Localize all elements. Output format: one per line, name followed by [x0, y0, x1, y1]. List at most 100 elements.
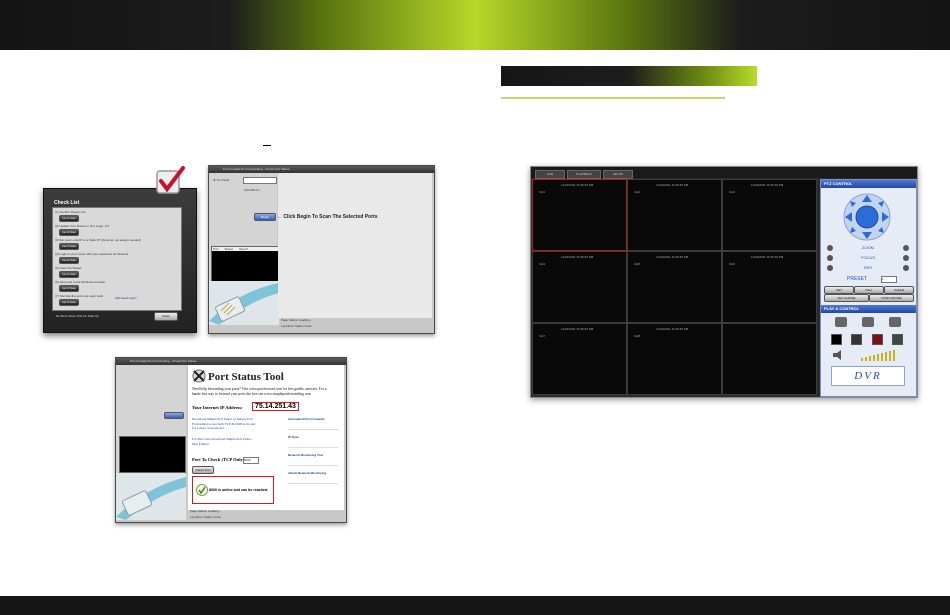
- iris-plus-icon[interactable]: [903, 264, 909, 271]
- camera-tile[interactable]: 11/22/2011 11:06:45 PM CH2: [627, 179, 722, 251]
- ptz-direction-pad[interactable]: [837, 192, 897, 242]
- port-begin-button[interactable]: [164, 412, 184, 419]
- checklist-go-button[interactable]: Go It Now: [59, 243, 79, 250]
- port-side-link[interactable]: IP Scan: [288, 435, 338, 448]
- focus-plus-icon[interactable]: [903, 254, 909, 261]
- checklist-go-button[interactable]: Go It Now: [59, 215, 79, 222]
- camera-timestamp: 11/22/2011 11:06:45 PM: [656, 327, 689, 331]
- iris-label: IRIS: [864, 265, 872, 270]
- scan-ip-value: 192.168.0.1: [244, 188, 260, 192]
- scan-page-status: Page Status: Loading...: [281, 318, 313, 322]
- port-side-link[interactable]: Network Monitoring Tool: [288, 453, 338, 466]
- checklist-go-button[interactable]: Go It Now: [59, 299, 79, 306]
- ptz-button[interactable]: SET CURISE: [824, 294, 869, 302]
- port-result-text: 8000 is online and can be reached.: [209, 488, 269, 492]
- checklist-step: (1) Confirm Router List Go It Now: [55, 210, 177, 222]
- scan-browser-pane: [278, 173, 432, 318]
- camera-icon[interactable]: [862, 317, 874, 327]
- tab-live[interactable]: LIVE: [535, 170, 565, 179]
- ptz-focus-row: FOCUS: [827, 254, 909, 261]
- port-side-link[interactable]: Attack Network Monitoring: [288, 471, 338, 484]
- camera-channel-label: CH3: [729, 190, 736, 194]
- camera-channel-label: CH6: [729, 262, 736, 266]
- scan-window-title: Port Forward Port Forwarding - Check Por…: [209, 166, 434, 173]
- camera-tile[interactable]: 11/22/2011 11:06:45 PM CH6: [722, 251, 817, 323]
- ptz-button[interactable]: CLEAR: [884, 286, 914, 294]
- port-check-input[interactable]: 8000: [243, 457, 259, 464]
- port-ip-value: 75.14.251.43: [252, 402, 299, 411]
- layout-16-icon[interactable]: [891, 334, 903, 345]
- ptz-button[interactable]: SET: [824, 286, 854, 294]
- zoom-in-icon[interactable]: [903, 244, 909, 251]
- checklist-step-text: (5) Open the Router: [55, 266, 82, 270]
- checklist-go-button[interactable]: Go It Now: [59, 271, 79, 278]
- camera-icon[interactable]: [835, 317, 847, 327]
- layout-4-icon[interactable]: [851, 334, 863, 345]
- camera-channel-label: CH1: [539, 190, 546, 194]
- begin-callout-text: Click Begin To Scan The Selected Ports: [283, 214, 378, 220]
- ptz-button[interactable]: CALL: [854, 286, 884, 294]
- camera-timestamp: 11/22/2011 11:06:45 PM: [751, 255, 784, 259]
- checklist-go-button[interactable]: Go It Now: [59, 285, 79, 292]
- camera-timestamp: 11/22/2011 11:06:45 PM: [561, 183, 594, 187]
- camera-icons-row: [835, 317, 901, 329]
- layout-icons-row: [831, 334, 903, 345]
- camera-tile[interactable]: 11/22/2011 11:06:45 PM CH4: [532, 251, 627, 323]
- scan-ip-field[interactable]: 192.168.0.1: [243, 177, 277, 192]
- checklist-step-text: (1) Confirm Router List: [55, 210, 86, 214]
- small-dash: [263, 145, 271, 146]
- port-check-label: Port To Check (TCP Only):: [192, 457, 246, 462]
- checklist-step: (5) Open the Router Go It Now: [55, 266, 177, 278]
- scan-col-port: Port: [213, 247, 219, 251]
- ethernet-cable-image-2: [116, 473, 186, 520]
- zoom-out-icon[interactable]: [827, 244, 833, 251]
- port-window-title: Port Forward Port Forwarding - Check Por…: [116, 358, 346, 365]
- checklist-help-note[interactable]: Still Need Help?: [115, 296, 137, 300]
- section-underline: [501, 97, 725, 99]
- checklist-close-button[interactable]: Close: [154, 312, 178, 321]
- port-mac-text: For Mac User download Simple Port Tester…: [192, 437, 254, 446]
- camera-tile[interactable]: [722, 323, 817, 395]
- camera-timestamp: 11/22/2011 11:06:45 PM: [561, 255, 594, 259]
- checklist-step-text: (3) Set your Local IP to a Static IP (Op…: [55, 238, 141, 242]
- volume-control[interactable]: [831, 348, 903, 361]
- callout-arrow-icon: ←: [277, 214, 282, 220]
- ptz-title: PTZ CONTROL: [821, 180, 916, 188]
- checklist-step-text: (4) Login to your router with your passw…: [55, 252, 129, 256]
- camera-tile[interactable]: 11/22/2011 11:06:45 PM CH8: [627, 323, 722, 395]
- port-left-panel: [116, 365, 186, 520]
- camera-tile[interactable]: 11/22/2011 11:06:45 PM CH7: [532, 323, 627, 395]
- checklist-step: (2) Update Your Router in Our Login, 1/3…: [55, 224, 177, 236]
- camera-channel-label: CH7: [539, 334, 546, 338]
- camera-tile[interactable]: 11/22/2011 11:06:45 PM CH5: [627, 251, 722, 323]
- scan-window: Port Forward Port Forwarding - Check Por…: [208, 165, 435, 334]
- checklist-window: Check List (1) Confirm Router List Go It …: [43, 188, 197, 333]
- preset-select[interactable]: 1: [881, 276, 897, 283]
- dvr-interface: LIVE PLAYBACK SETUP 11/22/2011 11:06:45 …: [530, 166, 918, 398]
- layout-1-icon[interactable]: [831, 334, 842, 345]
- dvr-tab-bar: LIVE PLAYBACK SETUP: [531, 167, 917, 179]
- camera-timestamp: 11/22/2011 11:06:45 PM: [656, 183, 689, 187]
- port-side-link[interactable]: Automated Port Forwards: [288, 417, 338, 430]
- top-banner: [0, 0, 950, 50]
- iris-minus-icon[interactable]: [827, 264, 833, 271]
- layout-9-icon[interactable]: [871, 334, 883, 345]
- camera-tile[interactable]: 11/22/2011 11:06:45 PM CH1: [532, 179, 627, 251]
- camera-icon[interactable]: [889, 317, 901, 327]
- ptz-zoom-row: ZOOM: [827, 244, 909, 251]
- camera-tile[interactable]: 11/22/2011 11:06:45 PM CH3: [722, 179, 817, 251]
- tab-playback[interactable]: PLAYBACK: [567, 170, 601, 179]
- success-check-icon: [196, 483, 208, 496]
- port-tool-heading: Port Status Tool: [208, 371, 284, 383]
- scan-begin-button[interactable]: Begin: [254, 213, 276, 221]
- checklist-startup-note[interactable]: No More Show This On Start Up: [56, 314, 99, 318]
- checklist-go-button[interactable]: Go It Now: [59, 257, 79, 264]
- ptz-button[interactable]: STOP CRUISE: [869, 294, 914, 302]
- checklist-title: Check List: [54, 200, 80, 206]
- scan-ip-label: IP To Check:: [213, 178, 230, 182]
- tab-setup[interactable]: SETUP: [603, 170, 633, 179]
- port-download-text: Download Simple Port Tester or Simple Po…: [192, 417, 255, 431]
- focus-minus-icon[interactable]: [827, 254, 833, 261]
- checklist-go-button[interactable]: Go It Now: [59, 229, 79, 236]
- check-port-button[interactable]: Check Port: [192, 466, 214, 474]
